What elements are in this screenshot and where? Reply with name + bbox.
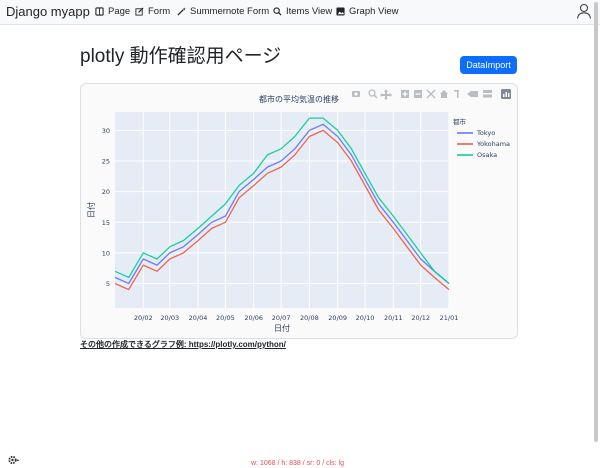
- plotly-logo-icon[interactable]: [501, 89, 511, 99]
- magic-wand-icon: [177, 7, 186, 16]
- nav-item-label: Graph View: [349, 6, 399, 17]
- zoom-icon[interactable]: [368, 89, 378, 99]
- x-tick-label: 20/07: [272, 314, 291, 322]
- legend-item-tokyo[interactable]: Tokyo: [476, 129, 495, 137]
- y-axis-title: 日付: [86, 202, 96, 218]
- x-tick-label: 20/06: [244, 314, 263, 322]
- gear-icon[interactable]: [7, 454, 19, 466]
- x-tick-label: 20/09: [328, 314, 347, 322]
- navbar: Django myapp Page Form Summernote Form I…: [0, 0, 600, 25]
- reset-axes-icon[interactable]: [440, 90, 448, 98]
- nav-item-items-view[interactable]: Items View: [273, 6, 332, 17]
- nav-item-label: Page: [108, 6, 131, 17]
- user-icon[interactable]: [576, 3, 592, 19]
- search-icon: [273, 7, 282, 16]
- book-icon: [95, 7, 104, 16]
- y-tick-label: 10: [102, 249, 110, 257]
- nav-item-label: Items View: [286, 6, 333, 17]
- zoom-out-icon[interactable]: [414, 90, 422, 98]
- y-tick-label: 30: [102, 127, 110, 135]
- nav-item-label: Summernote Form: [190, 6, 270, 17]
- zoom-in-icon[interactable]: [401, 90, 409, 98]
- x-tick-label: 21/01: [440, 314, 459, 322]
- x-tick-label: 20/02: [134, 314, 153, 322]
- legend[interactable]: 都市 Tokyo Yokohama Osaka: [453, 117, 510, 159]
- x-tick-label: 20/10: [356, 314, 375, 322]
- legend-title: 都市: [453, 117, 467, 126]
- nav-item-form[interactable]: Form: [135, 6, 170, 17]
- pan-icon[interactable]: [380, 89, 392, 100]
- scrollbar[interactable]: [594, 2, 598, 442]
- legend-item-osaka[interactable]: Osaka: [477, 151, 497, 159]
- chart-card: 都市の平均気温の推移 5 10 15 20 25 30 20/02 20/03 20/04 20/…: [80, 83, 518, 339]
- nav-item-page[interactable]: Page: [95, 6, 130, 17]
- legend-item-yokohama[interactable]: Yokohama: [476, 140, 510, 148]
- x-tick-label: 20/05: [216, 314, 235, 322]
- brand[interactable]: Django myapp: [6, 4, 90, 19]
- x-tick-label: 20/03: [160, 314, 179, 322]
- x-tick-label: 20/08: [300, 314, 319, 322]
- x-tick-label: 20/04: [189, 314, 208, 322]
- y-tick-label: 25: [102, 158, 110, 166]
- y-tick-label: 15: [102, 219, 110, 227]
- plot-area: [115, 112, 449, 308]
- y-tick-label: 5: [106, 280, 110, 288]
- spike-lines-icon[interactable]: [454, 90, 459, 98]
- hover-compare-icon[interactable]: [483, 90, 492, 98]
- autoscale-icon[interactable]: [426, 89, 436, 99]
- x-tick-label: 20/11: [384, 314, 403, 322]
- nav-item-graph-view[interactable]: Graph View: [336, 6, 398, 17]
- image-icon: [336, 7, 345, 16]
- plotly-examples-link[interactable]: その他の作成できるグラフ例: https://plotly.com/python…: [80, 339, 286, 350]
- data-import-button[interactable]: DataImport: [460, 56, 517, 74]
- y-tick-label: 20: [102, 188, 110, 196]
- page-title: plotly 動作確認用ページ: [80, 46, 282, 67]
- line-chart[interactable]: 都市の平均気温の推移 5 10 15 20 25 30 20/02 20/03 20/04 20/…: [81, 84, 517, 338]
- nav-item-label: Form: [148, 6, 171, 17]
- x-axis-title: 日付: [274, 323, 290, 333]
- x-tick-label: 20/12: [411, 314, 430, 322]
- nav-item-summernote-form[interactable]: Summernote Form: [177, 6, 269, 17]
- hover-closest-icon[interactable]: [467, 91, 478, 97]
- edit-icon: [135, 7, 144, 16]
- chart-title: 都市の平均気温の推移: [259, 94, 339, 104]
- camera-icon[interactable]: [352, 91, 360, 97]
- modebar: [352, 89, 511, 100]
- debug-info: w: 1068 / h: 838 / sr: 0 / cls: lg: [251, 460, 344, 467]
